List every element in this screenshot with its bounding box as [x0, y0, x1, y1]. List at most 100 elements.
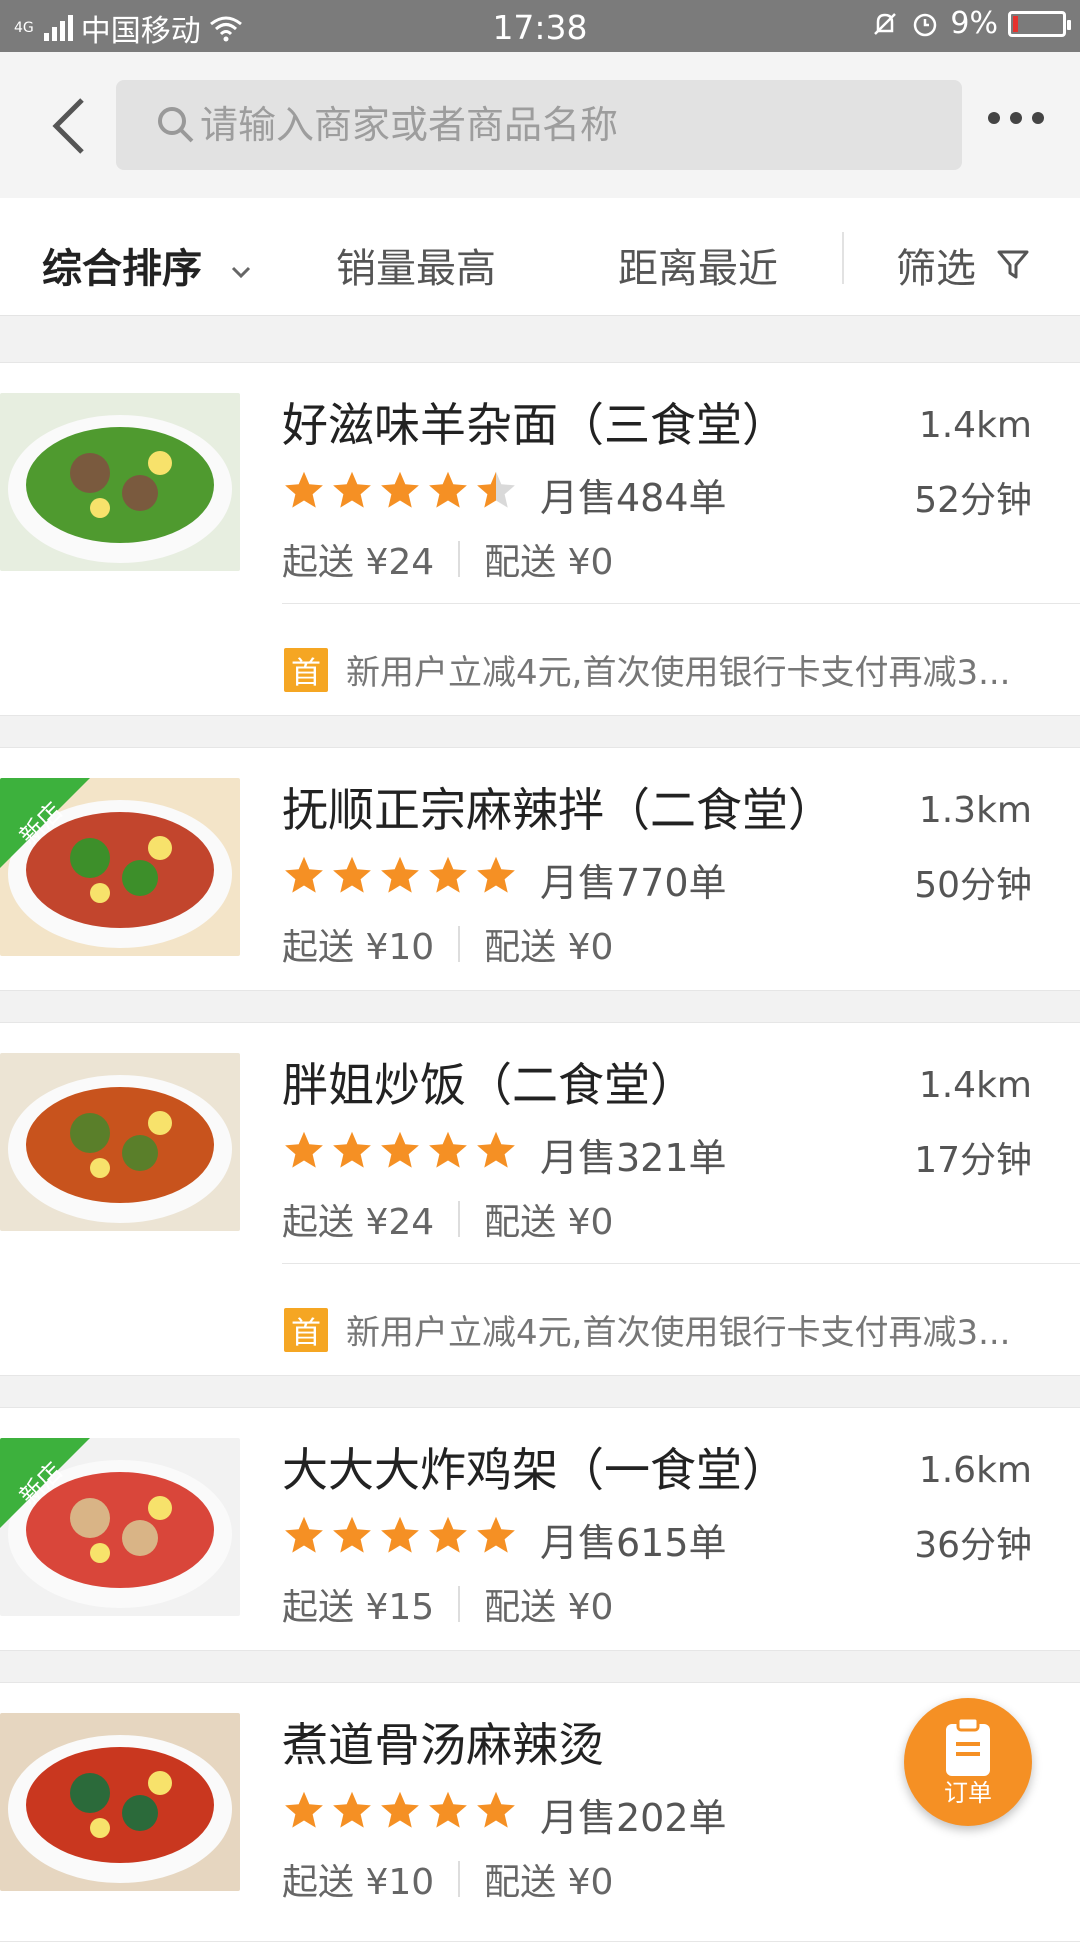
fee-info: 起送 ¥10 配送 ¥0: [282, 918, 613, 970]
monthly-sales: 月售202单: [540, 1796, 727, 1840]
star-icon: [426, 469, 470, 517]
star-icon: [330, 854, 374, 902]
monthly-sales: 月售321单: [540, 1136, 727, 1180]
star-icon: [378, 469, 422, 517]
promo-text: 新用户立减4元,首次使用银行卡支付再减3...: [346, 653, 1011, 693]
back-arrow-icon[interactable]: [44, 96, 94, 156]
orders-fab-label: 订单: [944, 1779, 992, 1807]
filter-label: 筛选: [896, 246, 976, 292]
promo-row: 首 新用户立减4元,首次使用银行卡支付再减3...: [284, 645, 1011, 694]
shop-item[interactable]: 胖姐炒饭（二食堂） 1.4km 17分钟 月售321单 起送 ¥24 配送 ¥0…: [0, 1022, 1080, 1376]
shop-name: 抚顺正宗麻辣拌（二食堂）: [282, 783, 834, 837]
filter-button[interactable]: 筛选: [896, 236, 1031, 294]
chevron-down-icon: [231, 266, 250, 279]
battery-percent: 9%: [950, 6, 998, 41]
fee-divider: [458, 541, 461, 577]
alarm-icon: [914, 13, 937, 36]
star-icon: [378, 1129, 422, 1177]
delivery-time: 50分钟: [914, 865, 1032, 906]
delivery-time: 36分钟: [914, 1525, 1032, 1566]
sort-comprehensive-label: 综合排序: [42, 246, 202, 292]
battery-level: [1013, 15, 1018, 32]
star-icon: [282, 1514, 326, 1562]
shop-name: 好滋味羊杂面（三食堂）: [282, 398, 788, 452]
shop-distance: 1.3km: [918, 790, 1032, 831]
rating-stars: [282, 1129, 518, 1177]
promo-row: 首 新用户立减4元,首次使用银行卡支付再减3...: [284, 1305, 1011, 1354]
sort-distance[interactable]: 距离最近: [618, 236, 778, 294]
promo-text: 新用户立减4元,首次使用银行卡支付再减3...: [346, 1313, 1011, 1353]
promo-divider: [282, 1263, 1080, 1264]
delivery-fee: 配送 ¥0: [484, 1587, 614, 1628]
star-icon: [474, 1514, 518, 1562]
first-order-badge: 首: [284, 647, 328, 692]
shop-thumbnail: [0, 1053, 240, 1231]
star-icon: [282, 1789, 326, 1837]
shop-name: 大大大炸鸡架（一食堂）: [282, 1443, 788, 1497]
search-input[interactable]: [200, 103, 900, 147]
status-bar: 4G 中国移动 17:38 9%: [0, 0, 1080, 52]
battery-icon: [1008, 10, 1071, 37]
min-order: 起送 ¥24: [282, 1202, 435, 1243]
sort-comprehensive[interactable]: 综合排序: [42, 236, 254, 294]
fee-divider: [458, 1586, 461, 1622]
sort-sales[interactable]: 销量最高: [336, 236, 496, 294]
promo-divider: [282, 603, 1080, 604]
sort-bar: 综合排序 销量最高 距离最近 筛选: [0, 198, 1080, 316]
orders-fab[interactable]: 订单: [904, 1698, 1032, 1826]
star-icon: [282, 854, 326, 902]
fee-info: 起送 ¥24 配送 ¥0: [282, 533, 613, 585]
monthly-sales: 月售615单: [540, 1521, 727, 1565]
search-icon: [158, 107, 194, 143]
shop-item[interactable]: 新店 抚顺正宗麻辣拌（二食堂） 1.3km 50分钟 月售770单 起送 ¥10…: [0, 747, 1080, 991]
fee-divider: [458, 1861, 461, 1897]
shop-thumbnail: [0, 1713, 240, 1891]
shop-distance: 1.4km: [918, 1065, 1032, 1106]
delivery-fee: 配送 ¥0: [484, 927, 614, 968]
monthly-sales: 月售770单: [540, 861, 727, 905]
delivery-fee: 配送 ¥0: [484, 1862, 614, 1903]
rating-stars: [282, 854, 518, 902]
shop-thumbnail: 新店: [0, 1438, 240, 1616]
star-icon: [282, 1129, 326, 1177]
star-icon: [426, 854, 470, 902]
star-icon: [474, 1789, 518, 1837]
delivery-fee: 配送 ¥0: [484, 1202, 614, 1243]
status-right: 9%: [870, 6, 1071, 41]
shop-name: 煮道骨汤麻辣烫: [282, 1718, 604, 1772]
shop-distance: 1.6km: [918, 1450, 1032, 1491]
star-icon: [330, 1789, 374, 1837]
fee-info: 起送 ¥15 配送 ¥0: [282, 1578, 613, 1630]
shop-thumbnail: [0, 393, 240, 571]
star-icon: [378, 1514, 422, 1562]
filter-icon: [997, 250, 1029, 279]
shop-item[interactable]: 新店 大大大炸鸡架（一食堂） 1.6km 36分钟 月售615单 起送 ¥15 …: [0, 1407, 1080, 1651]
mute-bell-icon: [874, 12, 897, 35]
star-icon: [282, 469, 326, 517]
star-icon: [330, 1129, 374, 1177]
shop-distance: 1.4km: [918, 405, 1032, 446]
sort-divider: [842, 232, 844, 284]
delivery-fee: 配送 ¥0: [484, 542, 614, 583]
search-header: [0, 52, 1080, 198]
more-options-icon[interactable]: [988, 112, 1044, 124]
new-store-badge: 新店: [0, 1438, 90, 1528]
star-icon: [474, 469, 518, 517]
shop-thumbnail: 新店: [0, 778, 240, 956]
star-icon: [474, 854, 518, 902]
star-icon: [426, 1514, 470, 1562]
monthly-sales: 月售484单: [540, 476, 727, 520]
star-icon: [330, 469, 374, 517]
star-icon: [426, 1789, 470, 1837]
star-icon: [378, 854, 422, 902]
star-icon: [378, 1789, 422, 1837]
search-box[interactable]: [116, 80, 962, 170]
fee-divider: [458, 1201, 461, 1237]
delivery-time: 52分钟: [914, 480, 1032, 521]
min-order: 起送 ¥24: [282, 542, 435, 583]
shop-item[interactable]: 好滋味羊杂面（三食堂） 1.4km 52分钟 月售484单 起送 ¥24 配送 …: [0, 362, 1080, 716]
star-icon: [426, 1129, 470, 1177]
min-order: 起送 ¥15: [282, 1587, 435, 1628]
star-icon: [330, 1514, 374, 1562]
shop-name: 胖姐炒饭（二食堂）: [282, 1058, 696, 1112]
